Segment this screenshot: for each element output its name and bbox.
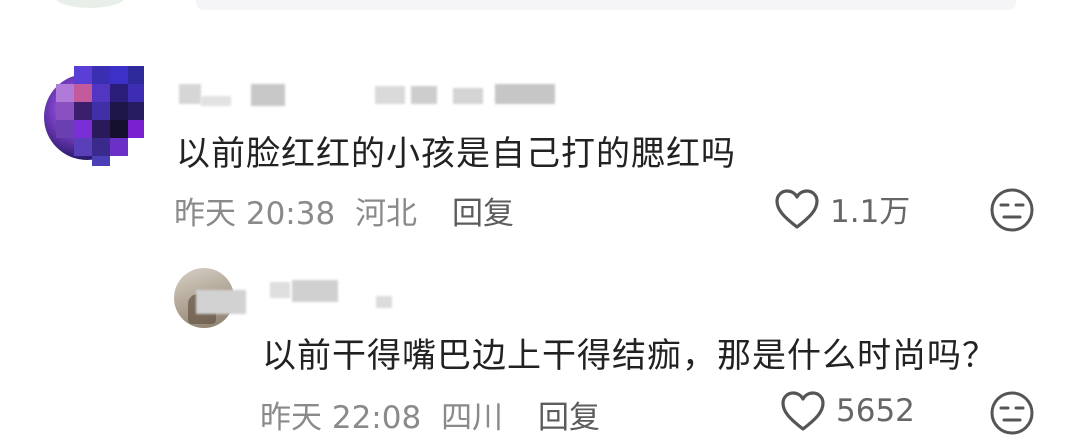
- comment-meta: 昨天 20:38 河北: [174, 188, 427, 233]
- comment-item: 以前脸红红的小孩是自己打的腮红吗 昨天 20:38 河北 回复 1.1万: [0, 0, 1080, 240]
- comment-location: 河北: [355, 196, 418, 232]
- meh-face-icon: [989, 390, 1035, 436]
- like-button[interactable]: 5652: [780, 390, 915, 432]
- comment-time: 昨天 20:38: [174, 196, 336, 232]
- meh-face-icon: [989, 187, 1035, 233]
- comment-time: 昨天 22:08: [260, 400, 422, 436]
- reply-comment-item: 以前干得嘴巴边上干得结痂，那是什么时尚吗？ 昨天 22:08 四川 回复 565…: [0, 240, 1080, 445]
- comment-text: 以前脸红红的小孩是自己打的腮红吗: [176, 134, 736, 174]
- comment-meta: 昨天 22:08 四川: [260, 392, 513, 437]
- heart-outline-icon: [774, 188, 820, 230]
- dislike-button[interactable]: [989, 390, 1035, 436]
- comment-location: 四川: [441, 400, 504, 436]
- reply-button[interactable]: 回复: [538, 392, 600, 437]
- like-count: 1.1万: [830, 194, 911, 230]
- username[interactable]: [196, 280, 416, 316]
- avatar[interactable]: [44, 66, 144, 166]
- like-button[interactable]: 1.1万: [774, 186, 910, 231]
- dislike-button[interactable]: [989, 187, 1035, 233]
- comment-text: 以前干得嘴巴边上干得结痂，那是什么时尚吗？: [262, 336, 997, 376]
- username[interactable]: [175, 82, 565, 108]
- heart-outline-icon: [780, 390, 826, 432]
- like-count: 5652: [836, 393, 915, 429]
- reply-button[interactable]: 回复: [452, 188, 514, 233]
